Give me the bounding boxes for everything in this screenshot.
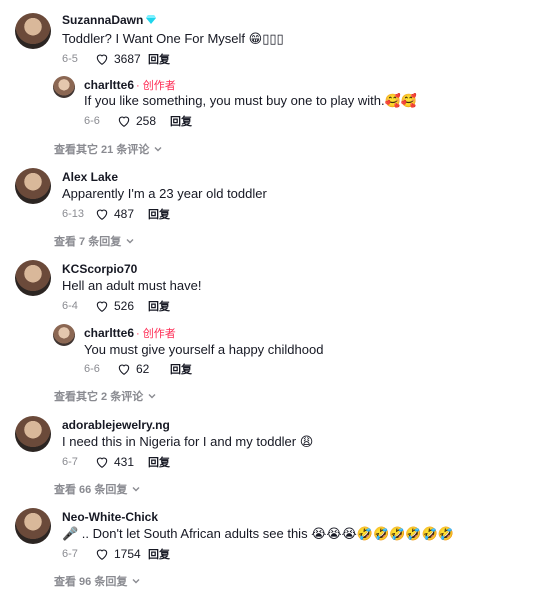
heart-outline-icon <box>118 116 130 127</box>
heart-outline-icon <box>96 54 108 65</box>
comment-text: 🎤 .. Don't let South African adults see … <box>62 526 454 541</box>
reply-button[interactable]: 回复 <box>148 454 170 470</box>
comment-date: 6-6 <box>84 363 100 375</box>
reply-button[interactable]: 回复 <box>148 546 170 562</box>
avatar[interactable] <box>15 416 51 452</box>
comment-date: 6-5 <box>62 53 78 65</box>
view-more-replies[interactable]: 查看其它 21 条评论 <box>54 141 163 157</box>
view-more-replies[interactable]: 查看 66 条回复 <box>54 481 141 497</box>
comment-text: Apparently I'm a 23 year old toddler <box>62 186 267 201</box>
view-more-replies[interactable]: 查看其它 2 条评论 <box>54 388 157 404</box>
avatar[interactable] <box>53 324 75 346</box>
avatar[interactable] <box>15 508 51 544</box>
chevron-down-icon <box>154 147 162 152</box>
like-button[interactable]: 487 <box>94 206 148 222</box>
reply-text: You must give yourself a happy childhood <box>84 342 324 357</box>
like-count: 526 <box>114 299 135 313</box>
like-count: 487 <box>114 207 135 221</box>
like-button[interactable]: 62 <box>116 361 170 377</box>
reply-username[interactable]: charltte6 · 创作者 <box>84 77 176 93</box>
reply-button[interactable]: 回复 <box>148 206 170 222</box>
comment-text: Toddler? I Want One For Myself 😁▯▯▯ <box>62 31 284 46</box>
comment-text: I need this in Nigeria for I and my todd… <box>62 434 314 449</box>
like-button[interactable]: 431 <box>94 454 148 470</box>
chevron-down-icon <box>126 239 134 244</box>
like-button[interactable]: 1754 <box>94 546 148 562</box>
diamond-badge-icon <box>146 15 157 24</box>
chevron-down-icon <box>132 487 140 492</box>
heart-outline-icon <box>118 364 130 375</box>
comment-text: Hell an adult must have! <box>62 278 202 293</box>
avatar[interactable] <box>15 260 51 296</box>
avatar[interactable] <box>53 76 75 98</box>
comment-username[interactable]: Neo-White-Chick <box>62 510 158 524</box>
heart-outline-icon <box>96 301 108 312</box>
comment-date: 6-13 <box>62 208 85 220</box>
comment-username[interactable]: KCScorpio70 <box>62 262 137 276</box>
view-more-replies[interactable]: 查看 96 条回复 <box>54 573 141 589</box>
comment-username[interactable]: Alex Lake <box>62 170 118 184</box>
reply-button[interactable]: 回复 <box>170 361 192 377</box>
reply-button[interactable]: 回复 <box>148 298 170 314</box>
reply-button[interactable]: 回复 <box>170 113 192 129</box>
comment-date: 6-7 <box>62 548 78 560</box>
like-button[interactable]: 258 <box>116 113 170 129</box>
like-count: 258 <box>136 114 157 128</box>
creator-badge: · 创作者 <box>136 328 176 340</box>
heart-outline-icon <box>96 549 108 560</box>
view-more-replies[interactable]: 查看 7 条回复 <box>54 233 135 249</box>
like-count: 1754 <box>114 547 141 561</box>
creator-badge: · 创作者 <box>136 80 176 92</box>
reply-button[interactable]: 回复 <box>148 51 170 67</box>
comment-username[interactable]: SuzannaDawn <box>62 13 157 27</box>
like-count: 62 <box>136 362 150 376</box>
avatar[interactable] <box>15 168 51 204</box>
comment-date: 6-6 <box>84 115 100 127</box>
chevron-down-icon <box>148 394 156 399</box>
like-count: 431 <box>114 455 135 469</box>
heart-outline-icon <box>96 209 108 220</box>
like-button[interactable]: 526 <box>94 298 148 314</box>
comment-username[interactable]: adorablejewelry.ng <box>62 418 170 432</box>
comment-date: 6-4 <box>62 300 78 312</box>
comment-date: 6-7 <box>62 456 78 468</box>
reply-text: If you like something, you must buy one … <box>84 93 417 108</box>
like-button[interactable]: 3687 <box>94 51 148 67</box>
chevron-down-icon <box>132 579 140 584</box>
like-count: 3687 <box>114 52 141 66</box>
avatar[interactable] <box>15 13 51 49</box>
reply-username[interactable]: charltte6 · 创作者 <box>84 325 176 341</box>
heart-outline-icon <box>96 457 108 468</box>
